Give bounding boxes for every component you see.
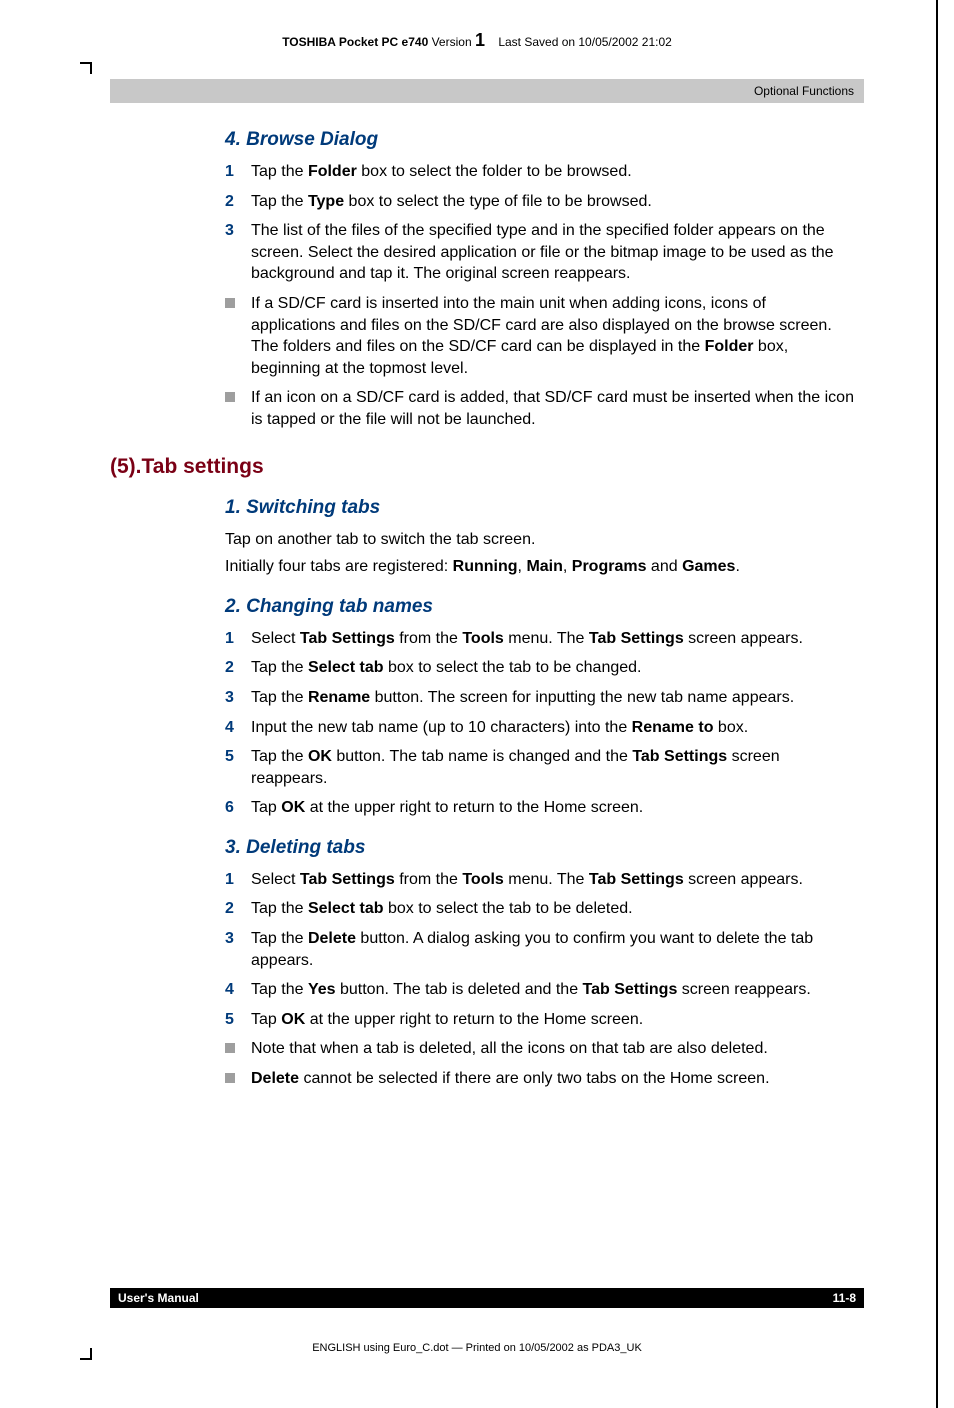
version-label: Version xyxy=(432,35,472,49)
step-text: Tap OK at the upper right to return to t… xyxy=(251,1009,854,1031)
footer-right: 11-8 xyxy=(833,1291,856,1305)
step-text: Tap the Delete button. A dialog asking y… xyxy=(251,928,854,971)
page-header: TOSHIBA Pocket PC e740 Version 1 Last Sa… xyxy=(0,30,954,51)
heading-browse-dialog: 4. Browse Dialog xyxy=(225,129,854,151)
step-text: Select Tab Settings from the Tools menu.… xyxy=(251,628,854,650)
step-text: Select Tab Settings from the Tools menu.… xyxy=(251,869,854,891)
step-text: Tap the Select tab box to select the tab… xyxy=(251,657,854,679)
step-text: Tap the OK button. The tab name is chang… xyxy=(251,746,854,789)
heading-tab-settings: (5).Tab settings xyxy=(110,455,854,479)
step-text: Tap the Yes button. The tab is deleted a… xyxy=(251,979,854,1001)
delete-notes: Note that when a tab is deleted, all the… xyxy=(225,1038,854,1089)
step-text: Tap the Type box to select the type of f… xyxy=(251,191,854,213)
step-number: 4 xyxy=(225,979,251,1001)
change-steps: 1Select Tab Settings from the Tools menu… xyxy=(225,628,854,819)
step-number: 1 xyxy=(225,628,251,650)
step-number: 3 xyxy=(225,928,251,971)
note-text: If a SD/CF card is inserted into the mai… xyxy=(251,293,854,379)
product-name: TOSHIBA Pocket PC e740 xyxy=(282,35,428,49)
browse-notes: If a SD/CF card is inserted into the mai… xyxy=(225,293,854,431)
step-text: Tap the Select tab box to select the tab… xyxy=(251,898,854,920)
chapter-tag-bar: Optional Functions xyxy=(110,79,864,103)
bullet-square-icon xyxy=(225,1068,251,1090)
note-text: Delete cannot be selected if there are o… xyxy=(251,1068,854,1090)
step-text: Tap OK at the upper right to return to t… xyxy=(251,797,854,819)
paragraph: Tap on another tab to switch the tab scr… xyxy=(225,529,854,551)
step-number: 5 xyxy=(225,1009,251,1031)
step-text: Tap the Rename button. The screen for in… xyxy=(251,687,854,709)
delete-steps: 1Select Tab Settings from the Tools menu… xyxy=(225,869,854,1031)
bullet-square-icon xyxy=(225,387,251,430)
crop-mark-right xyxy=(936,0,938,1408)
step-number: 1 xyxy=(225,161,251,183)
note-text: Note that when a tab is deleted, all the… xyxy=(251,1038,854,1060)
step-number: 6 xyxy=(225,797,251,819)
step-text: Tap the Folder box to select the folder … xyxy=(251,161,854,183)
step-number: 2 xyxy=(225,191,251,213)
bullet-square-icon xyxy=(225,1038,251,1060)
step-number: 2 xyxy=(225,898,251,920)
note-text: If an icon on a SD/CF card is added, tha… xyxy=(251,387,854,430)
paragraph: Initially four tabs are registered: Runn… xyxy=(225,556,854,578)
step-number: 5 xyxy=(225,746,251,789)
chapter-tag-text: Optional Functions xyxy=(754,84,854,98)
crop-mark-top-left xyxy=(0,62,92,74)
step-number: 3 xyxy=(225,220,251,285)
heading-deleting-tabs: 3. Deleting tabs xyxy=(225,837,854,859)
step-number: 4 xyxy=(225,717,251,739)
footer-bar: User's Manual 11-8 xyxy=(110,1288,864,1308)
step-number: 2 xyxy=(225,657,251,679)
step-text: The list of the files of the specified t… xyxy=(251,220,854,285)
bullet-square-icon xyxy=(225,293,251,379)
browse-steps: 1Tap the Folder box to select the folder… xyxy=(225,161,854,285)
heading-changing-tab-names: 2. Changing tab names xyxy=(225,596,854,618)
step-number: 1 xyxy=(225,869,251,891)
last-saved: Last Saved on 10/05/2002 21:02 xyxy=(498,35,671,49)
footer-left: User's Manual xyxy=(118,1291,199,1305)
print-line: ENGLISH using Euro_C.dot — Printed on 10… xyxy=(0,1342,954,1354)
step-text: Input the new tab name (up to 10 charact… xyxy=(251,717,854,739)
step-number: 3 xyxy=(225,687,251,709)
version-number: 1 xyxy=(475,30,485,50)
heading-switching-tabs: 1. Switching tabs xyxy=(225,497,854,519)
